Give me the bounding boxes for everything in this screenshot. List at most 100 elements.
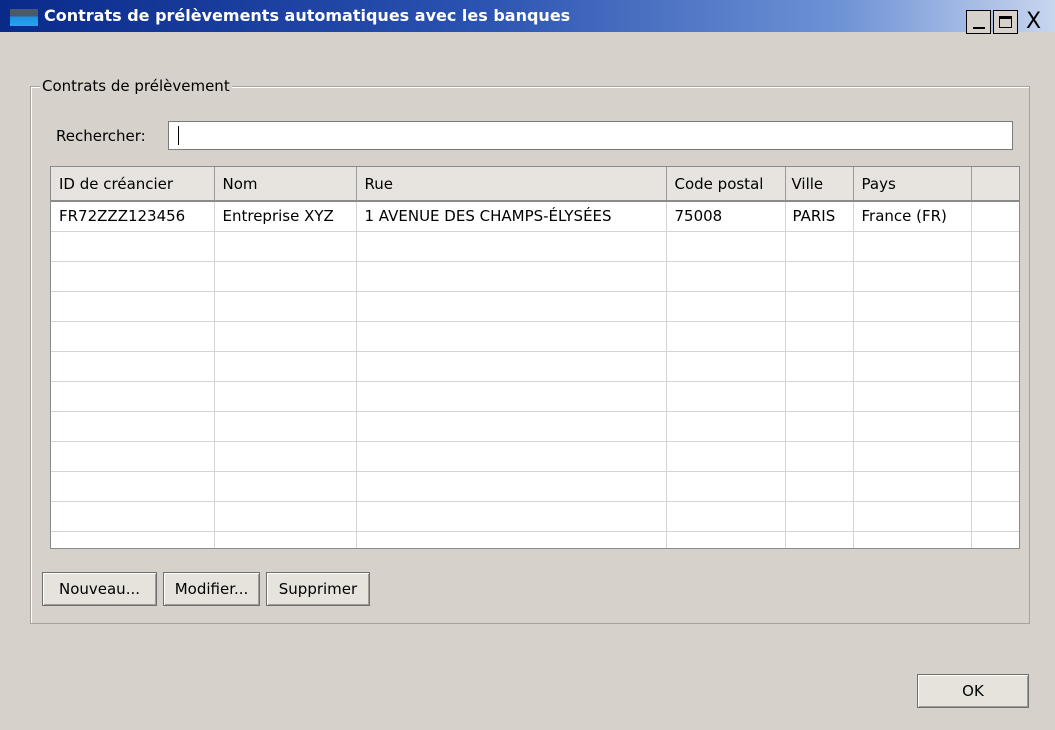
empty-cell [51, 351, 215, 382]
column-header-country[interactable]: Pays [853, 167, 972, 202]
empty-cell [666, 231, 786, 262]
empty-cell [785, 441, 854, 472]
empty-cell [356, 441, 667, 472]
close-button[interactable]: X [1021, 10, 1046, 34]
empty-cell [214, 501, 357, 532]
cell-street: 1 AVENUE DES CHAMPS-ÉLYSÉES [356, 201, 667, 232]
title-bar[interactable]: Contrats de prélèvements automatiques av… [0, 0, 1055, 34]
empty-cell [666, 351, 786, 382]
empty-cell [785, 501, 854, 532]
empty-cell [971, 261, 1019, 292]
empty-table-row [51, 351, 1019, 382]
minimize-button[interactable] [966, 10, 991, 34]
search-label: Rechercher: [56, 127, 146, 145]
ok-button[interactable]: OK [917, 674, 1029, 708]
empty-cell [666, 531, 786, 548]
empty-table-row [51, 471, 1019, 502]
empty-cell [785, 321, 854, 352]
empty-cell [971, 441, 1019, 472]
contracts-table[interactable]: ID de créancier Nom Rue Code postal Vill… [50, 166, 1020, 549]
empty-cell [214, 441, 357, 472]
empty-cell [51, 381, 215, 412]
empty-cell [853, 501, 972, 532]
cell-filler [971, 201, 1019, 232]
empty-table-row [51, 441, 1019, 472]
window-app-icon [10, 9, 38, 26]
empty-cell [356, 501, 667, 532]
empty-cell [785, 531, 854, 548]
empty-cell [356, 531, 667, 548]
empty-cell [214, 411, 357, 442]
empty-cell [971, 381, 1019, 412]
dialog-window: Contrats de prélèvements automatiques av… [0, 0, 1055, 730]
delete-contract-button[interactable]: Supprimer [266, 572, 370, 606]
empty-cell [214, 261, 357, 292]
close-icon: X [1025, 9, 1042, 34]
empty-cell [666, 411, 786, 442]
column-header-street[interactable]: Rue [356, 167, 667, 202]
empty-cell [785, 261, 854, 292]
empty-cell [51, 411, 215, 442]
empty-cell [214, 231, 357, 262]
empty-cell [666, 501, 786, 532]
empty-cell [51, 291, 215, 322]
empty-cell [356, 471, 667, 502]
empty-cell [666, 381, 786, 412]
table-header-row: ID de créancier Nom Rue Code postal Vill… [51, 167, 1019, 202]
empty-table-row [51, 291, 1019, 322]
empty-cell [214, 471, 357, 502]
table-row[interactable]: FR72ZZZ123456 Entreprise XYZ 1 AVENUE DE… [51, 201, 1019, 232]
column-header-postal-code[interactable]: Code postal [666, 167, 786, 202]
empty-table-row [51, 411, 1019, 442]
empty-cell [51, 471, 215, 502]
empty-cell [214, 381, 357, 412]
empty-cell [971, 291, 1019, 322]
empty-cell [51, 501, 215, 532]
maximize-button[interactable] [993, 10, 1018, 34]
empty-cell [51, 261, 215, 292]
empty-cell [666, 441, 786, 472]
column-header-name[interactable]: Nom [214, 167, 357, 202]
search-input[interactable] [168, 121, 1013, 150]
empty-cell [853, 381, 972, 412]
empty-cell [356, 381, 667, 412]
column-header-filler [971, 167, 1019, 202]
empty-cell [214, 531, 357, 548]
empty-cell [853, 531, 972, 548]
empty-cell [853, 441, 972, 472]
edit-contract-button[interactable]: Modifier... [163, 572, 260, 606]
empty-cell [853, 411, 972, 442]
empty-cell [853, 261, 972, 292]
empty-cell [971, 501, 1019, 532]
empty-table-row [51, 321, 1019, 352]
empty-table-row [51, 231, 1019, 262]
empty-cell [666, 321, 786, 352]
empty-cell [356, 261, 667, 292]
new-contract-button[interactable]: Nouveau... [42, 572, 157, 606]
empty-cell [356, 411, 667, 442]
empty-cell [785, 231, 854, 262]
window-title: Contrats de prélèvements automatiques av… [44, 6, 571, 25]
empty-cell [853, 321, 972, 352]
empty-cell [356, 231, 667, 262]
empty-cell [785, 471, 854, 502]
empty-cell [971, 531, 1019, 548]
empty-cell [853, 351, 972, 382]
empty-cell [971, 411, 1019, 442]
column-header-city[interactable]: Ville [785, 167, 854, 202]
empty-cell [356, 291, 667, 322]
minimize-icon [972, 27, 985, 29]
empty-table-row [51, 261, 1019, 292]
cell-city: PARIS [785, 201, 854, 232]
contracts-grid: ID de créancier Nom Rue Code postal Vill… [51, 167, 1019, 548]
empty-cell [666, 291, 786, 322]
empty-cell [51, 321, 215, 352]
empty-cell [51, 441, 215, 472]
column-header-creditor-id[interactable]: ID de créancier [51, 167, 215, 202]
cell-postal-code: 75008 [666, 201, 786, 232]
empty-cell [214, 291, 357, 322]
empty-table-row [51, 381, 1019, 412]
cell-country: France (FR) [853, 201, 972, 232]
empty-cell [853, 231, 972, 262]
empty-cell [785, 351, 854, 382]
